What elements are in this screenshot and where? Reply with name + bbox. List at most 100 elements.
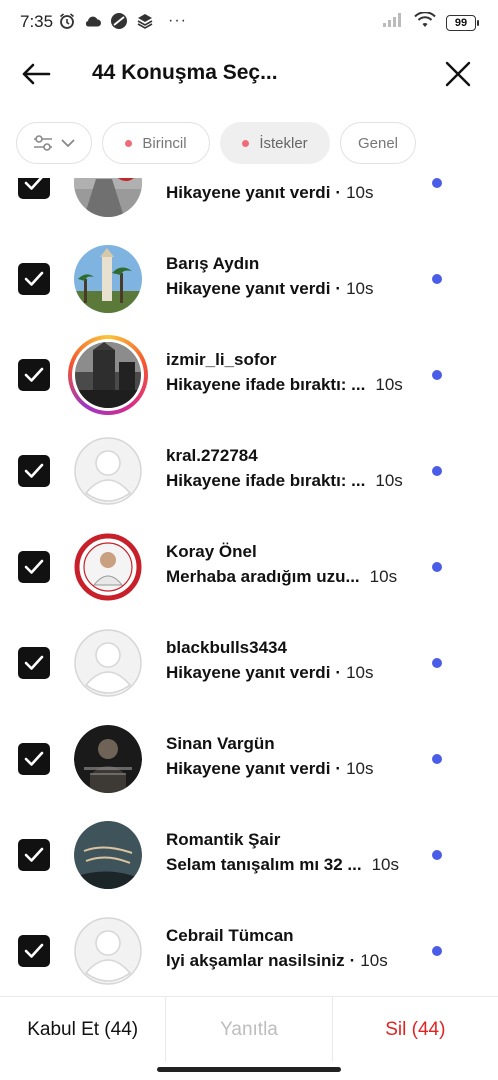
checkbox-checked[interactable] — [18, 359, 50, 391]
chip-label: İstekler — [259, 134, 308, 152]
avatar[interactable] — [74, 245, 142, 313]
close-button[interactable] — [440, 56, 476, 92]
preview-text: Selam tanışalım mı 32 ... — [166, 855, 362, 874]
checkbox-checked[interactable] — [18, 263, 50, 295]
unread-dot — [432, 274, 442, 284]
default-avatar-icon[interactable] — [74, 917, 142, 985]
unread-dot — [432, 178, 442, 188]
conversation-row[interactable]: Sinan Vargün Hikayene yanıt verdi · 10s — [0, 720, 498, 816]
default-avatar-icon[interactable] — [74, 629, 142, 697]
reply-button[interactable]: Yanıtla — [165, 997, 333, 1062]
preview-separator: · — [335, 279, 342, 298]
chevron-down-icon — [61, 139, 75, 148]
avatar[interactable] — [74, 178, 142, 217]
alarm-icon — [58, 12, 76, 30]
conversation-row[interactable]: Barış Aydın Hikayene yanıt verdi · 10s — [0, 240, 498, 336]
avatar[interactable] — [74, 725, 142, 793]
check-icon — [24, 463, 44, 478]
preview-separator: · — [349, 951, 356, 970]
delete-button[interactable]: Sil (44) — [333, 997, 498, 1062]
check-icon — [24, 751, 44, 766]
preview-text: Hikayene yanıt verdi — [166, 759, 331, 778]
conversation-preview: Hikayene ifade bıraktı: ... 10s — [166, 471, 403, 491]
filter-options-chip[interactable] — [16, 122, 92, 164]
conversation-row[interactable]: kral.272784 Hikayene ifade bıraktı: ... … — [0, 432, 498, 528]
checkbox-checked[interactable] — [18, 743, 50, 775]
default-avatar-icon[interactable] — [74, 437, 142, 505]
avatar — [72, 339, 144, 411]
preview-time: 10s — [360, 951, 388, 970]
checkbox-checked[interactable] — [18, 647, 50, 679]
preview-text: Hikayene ifade bıraktı: ... — [166, 375, 366, 394]
conversation-name: blackbulls3434 — [166, 638, 287, 657]
chip-istekler[interactable]: İstekler — [220, 122, 330, 164]
avatar[interactable] — [74, 533, 142, 601]
preview-time: 10s — [369, 567, 398, 586]
conversation-row[interactable]: Cebrail Tümcan Iyi akşamlar nasilsiniz ·… — [0, 912, 498, 988]
conversation-preview: Hikayene ifade bıraktı: ... 10s — [166, 375, 403, 395]
conversation-preview: Merhaba aradığım uzu... 10s — [166, 567, 397, 587]
accept-button[interactable]: Kabul Et (44) — [0, 997, 165, 1062]
conversation-row[interactable]: Hikayene yanıt verdi · 10s — [0, 178, 498, 240]
checkbox-checked[interactable] — [18, 455, 50, 487]
checkbox-checked[interactable] — [18, 178, 50, 199]
preview-time: 10s — [346, 663, 374, 682]
page-title: 44 Konuşma Seç... — [92, 61, 278, 84]
header: 44 Konuşma Seç... — [0, 44, 498, 104]
preview-time: 10s — [375, 471, 403, 490]
preview-separator: · — [335, 663, 342, 682]
checkbox-checked[interactable] — [18, 551, 50, 583]
check-icon — [24, 559, 44, 574]
check-icon — [24, 847, 44, 862]
checkbox-checked[interactable] — [18, 839, 50, 871]
conversation-row[interactable]: izmir_li_sofor Hikayene ifade bıraktı: .… — [0, 335, 498, 432]
preview-separator: · — [335, 759, 342, 778]
status-time: 7:35 — [20, 12, 54, 31]
filter-chips: Birincil İstekler Genel — [16, 122, 416, 164]
preview-text: Hikayene yanıt verdi — [166, 279, 331, 298]
check-icon — [24, 655, 44, 670]
checkbox-checked[interactable] — [18, 935, 50, 967]
preview-time: 10s — [346, 183, 374, 202]
cloud-icon — [84, 12, 102, 30]
chip-dot — [242, 139, 250, 147]
preview-time: 10s — [346, 279, 374, 298]
conversation-row[interactable]: blackbulls3434 Hikayene yanıt verdi · 10… — [0, 624, 498, 720]
back-button[interactable] — [18, 56, 54, 92]
preview-text: Hikayene yanıt verdi — [166, 663, 331, 682]
preview-text: Hikayene yanıt verdi — [166, 183, 331, 202]
avatar-with-story-ring[interactable] — [68, 335, 148, 415]
arrow-left-icon — [22, 63, 51, 85]
battery-icon: 99 — [446, 14, 479, 31]
chip-label: Genel — [357, 134, 399, 152]
conversation-row[interactable]: Koray Önel Merhaba aradığım uzu... 10s — [0, 528, 498, 624]
conversation-name: Romantik Şair — [166, 830, 281, 849]
conversation-name: Cebrail Tümcan — [166, 926, 294, 945]
preview-text: Merhaba aradığım uzu... — [166, 567, 360, 586]
check-icon — [24, 178, 43, 190]
chip-genel[interactable]: Genel — [340, 122, 416, 164]
unread-dot — [432, 466, 442, 476]
conversation-preview: Selam tanışalım mı 32 ... 10s — [166, 855, 399, 875]
status-icons-right: 99 — [382, 11, 479, 33]
unread-dot — [432, 370, 442, 380]
conversation-preview: Iyi akşamlar nasilsiniz · 10s — [166, 951, 388, 971]
conversation-list[interactable]: Hikayene yanıt verdi · 10s Barış Aydın H… — [0, 178, 498, 988]
unread-dot — [432, 562, 442, 572]
conversation-name: Barış Aydın — [166, 254, 260, 273]
conversation-row[interactable]: Romantik Şair Selam tanışalım mı 32 ... … — [0, 816, 498, 912]
preview-text: Hikayene ifade bıraktı: ... — [166, 471, 366, 490]
conversation-preview: Hikayene yanıt verdi · 10s — [166, 663, 374, 683]
conversation-name: Sinan Vargün — [166, 734, 275, 753]
conversation-name: kral.272784 — [166, 446, 258, 465]
avatar[interactable] — [74, 821, 142, 889]
unread-dot — [432, 658, 442, 668]
conversation-preview: Hikayene yanıt verdi · 10s — [166, 183, 374, 203]
bottom-action-bar: Kabul Et (44) Yanıtla Sil (44) — [0, 996, 498, 1062]
chip-birincil[interactable]: Birincil — [102, 122, 210, 164]
status-bar: 7:35 ··· 99 — [0, 0, 498, 44]
check-icon — [24, 367, 44, 382]
home-indicator[interactable] — [157, 1067, 341, 1072]
chip-label: Birincil — [142, 134, 187, 152]
preview-time: 10s — [346, 759, 374, 778]
